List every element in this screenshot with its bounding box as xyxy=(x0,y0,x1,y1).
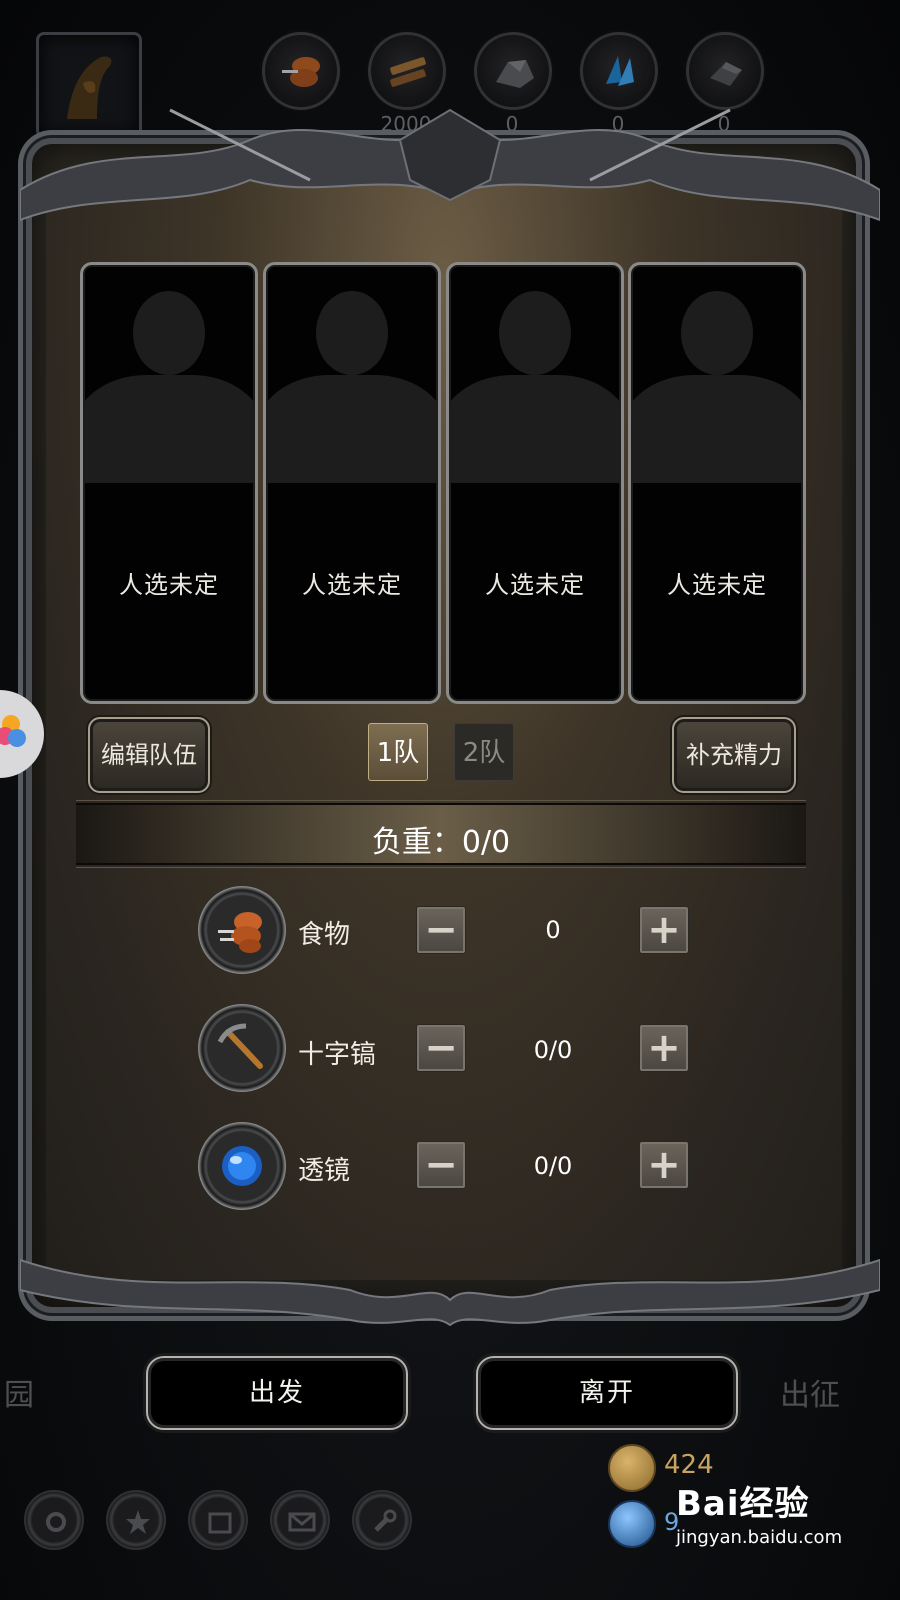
resource-count-iron: 0 xyxy=(717,112,731,136)
edit-team-button[interactable]: 编辑队伍 xyxy=(88,717,210,793)
nav-settings[interactable] xyxy=(352,1490,412,1550)
divider xyxy=(76,867,806,868)
silhouette-icon xyxy=(266,291,438,483)
watermark: Bai经验 jingyan.baidu.com xyxy=(676,1476,856,1548)
resource-count-crystal: 0 xyxy=(611,112,625,136)
load-bar: 负重：0/0 xyxy=(76,803,806,865)
watermark-logo: Bai经验 xyxy=(676,1484,810,1524)
party-slot-4[interactable]: 人选未定 xyxy=(628,262,806,704)
drumstick-icon xyxy=(218,912,262,953)
gold-coin-icon xyxy=(608,1444,656,1492)
slot-label: 人选未定 xyxy=(485,571,585,599)
pinwheel-icon xyxy=(0,715,26,747)
gem-icon xyxy=(608,1500,656,1548)
slot-label: 人选未定 xyxy=(302,571,402,599)
slot-label: 人选未定 xyxy=(667,571,767,599)
pickaxe-item xyxy=(198,1004,286,1092)
resource-iron xyxy=(686,32,764,110)
resource-count-wood: 2000 xyxy=(380,112,432,136)
wrench-icon xyxy=(374,1509,397,1532)
tab-team-2[interactable]: 2队 xyxy=(454,723,514,781)
slot-label: 人选未定 xyxy=(119,571,219,599)
iron-icon xyxy=(710,62,742,86)
resource-stone xyxy=(474,32,552,110)
watermark-url: jingyan.baidu.com xyxy=(676,1527,843,1548)
party-slot-1[interactable]: 人选未定 xyxy=(80,262,258,704)
food-plus-button[interactable]: + xyxy=(639,906,689,954)
food-minus-button[interactable]: − xyxy=(416,906,466,954)
food-icon xyxy=(282,57,320,87)
nav-mail[interactable] xyxy=(270,1490,330,1550)
side-label-right: 出征 xyxy=(780,1378,840,1413)
pickaxe-quantity: 0/0 xyxy=(533,1036,573,1064)
supply-name-lens: 透镜 xyxy=(298,1156,351,1186)
commander-portrait[interactable] xyxy=(36,32,142,138)
food-quantity: 0 xyxy=(545,916,561,944)
leave-button[interactable]: 离开 xyxy=(476,1356,738,1430)
lens-icon xyxy=(222,1146,262,1186)
resource-food xyxy=(262,32,340,110)
pickaxe-minus-button[interactable]: − xyxy=(416,1024,466,1072)
silhouette-icon xyxy=(449,291,621,483)
nav-gear[interactable] xyxy=(24,1490,84,1550)
gear-icon xyxy=(46,1512,66,1532)
crystal-icon xyxy=(606,56,634,86)
pickaxe-plus-button[interactable]: + xyxy=(639,1024,689,1072)
side-label-left: 园 xyxy=(4,1378,34,1413)
resource-count-stone: 0 xyxy=(505,112,519,136)
lens-plus-button[interactable]: + xyxy=(639,1141,689,1189)
tab-team-1[interactable]: 1队 xyxy=(368,723,428,781)
resource-wood xyxy=(368,32,446,110)
silhouette-icon xyxy=(83,291,255,483)
wood-icon xyxy=(390,57,426,87)
party-slot-2[interactable]: 人选未定 xyxy=(263,262,441,704)
mail-icon xyxy=(288,1512,316,1532)
lens-minus-button[interactable]: − xyxy=(416,1141,466,1189)
resource-crystal xyxy=(580,32,658,110)
depart-button[interactable]: 出发 xyxy=(146,1356,408,1430)
shop-icon xyxy=(208,1512,232,1534)
load-label: 负重：0/0 xyxy=(371,825,511,860)
silhouette-icon xyxy=(631,291,803,483)
supply-name-pickaxe: 十字镐 xyxy=(298,1040,377,1070)
figure-icon xyxy=(67,56,112,119)
stone-icon xyxy=(496,60,534,88)
food-item xyxy=(198,886,286,974)
divider xyxy=(76,800,806,801)
lens-item xyxy=(198,1122,286,1210)
party-slot-3[interactable]: 人选未定 xyxy=(446,262,624,704)
nav-shop[interactable] xyxy=(188,1490,248,1550)
refill-energy-button[interactable]: 补充精力 xyxy=(672,717,796,793)
lens-quantity: 0/0 xyxy=(533,1152,573,1180)
star-icon xyxy=(126,1510,150,1534)
pickaxe-icon xyxy=(217,1023,263,1069)
nav-star[interactable] xyxy=(106,1490,166,1550)
supply-name-food: 食物 xyxy=(298,920,351,950)
